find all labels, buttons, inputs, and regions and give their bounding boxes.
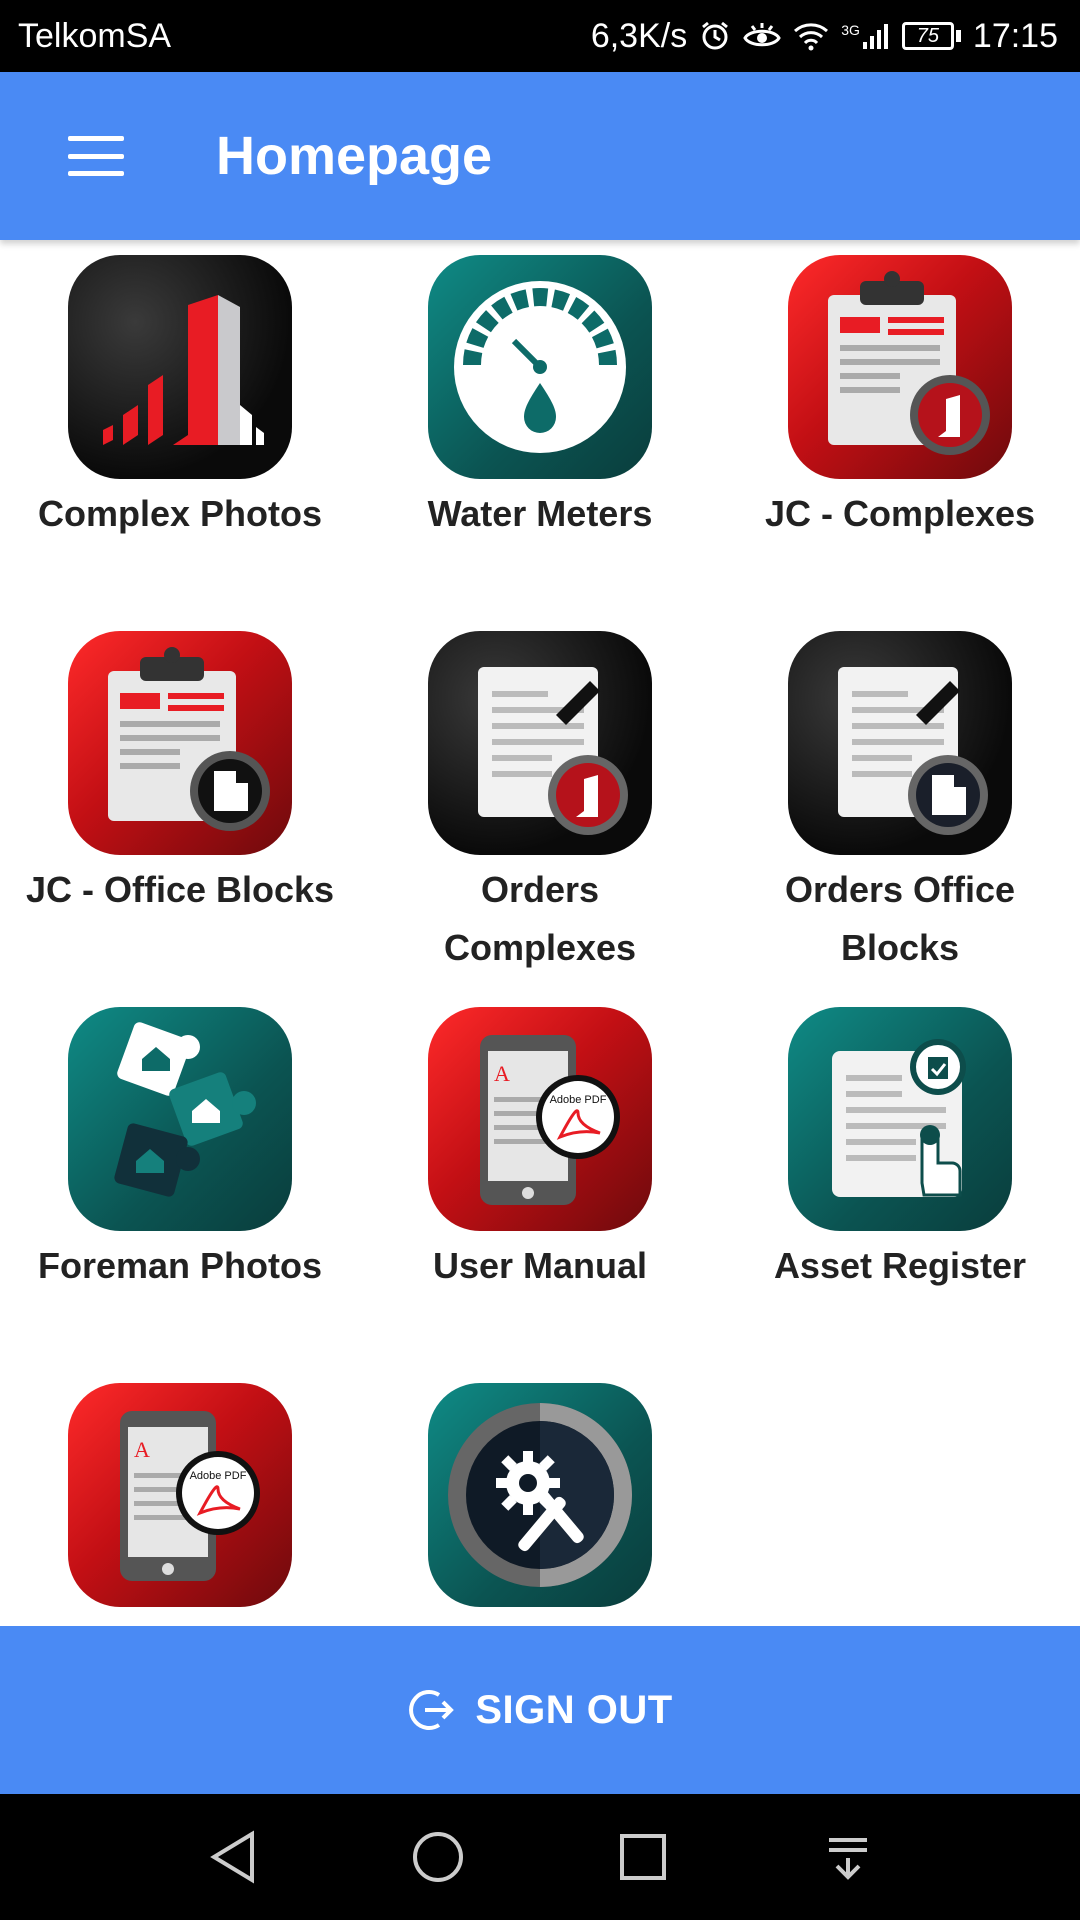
cell-signal-icon: 3G	[841, 22, 890, 50]
tile-grid: Complex Photos Water Meters JC - Complex…	[0, 240, 1080, 1626]
svg-text:A: A	[494, 1061, 510, 1086]
battery-level: 75	[901, 22, 954, 50]
settings-tools-icon	[428, 1383, 652, 1607]
puzzle-houses-icon	[68, 1007, 292, 1231]
tile-label: JC - Office Blocks	[25, 869, 335, 910]
pdf-manual-icon: A Adobe PDF	[428, 1007, 652, 1231]
tile-label: Asset Register	[773, 1245, 1027, 1286]
tile-label: Reports	[25, 1613, 335, 1626]
sign-out-label: SIGN OUT	[475, 1687, 673, 1732]
svg-text:A: A	[134, 1437, 150, 1462]
back-icon[interactable]	[193, 1817, 273, 1897]
tile-complex-photos[interactable]: Complex Photos	[0, 240, 360, 616]
tile-asset-register[interactable]: Asset Register	[720, 992, 1080, 1368]
network-type: 3G	[841, 22, 860, 38]
tile-label: User Manual	[432, 1245, 648, 1286]
water-meter-gauge-icon	[428, 255, 652, 479]
clipboard-complex-icon	[788, 255, 1012, 479]
tile-app-settings[interactable]: App Settings	[360, 1368, 720, 1626]
pdf-report-icon: A Adobe PDF	[68, 1383, 292, 1607]
tile-label: Water Meters	[427, 493, 653, 534]
clock: 17:15	[972, 16, 1058, 55]
system-nav-bar	[0, 1794, 1080, 1920]
order-document-complex-icon	[428, 631, 652, 855]
tile-orders-complexes[interactable]: Orders Complexes	[360, 616, 720, 992]
page-title: Homepage	[216, 126, 493, 186]
alarm-icon	[702, 21, 729, 50]
hamburger-menu-icon[interactable]	[68, 136, 124, 176]
status-bar: TelkomSA 6,3K/s 3G 75 17:15	[0, 0, 1080, 72]
tile-label: Orders Complexes	[443, 869, 637, 968]
app-bar: Homepage	[0, 72, 1080, 240]
network-speed: 6,3K/s	[590, 16, 688, 55]
buildings-icon	[68, 255, 292, 479]
tile-label: Orders Office Blocks	[784, 869, 1016, 968]
tile-label: Complex Photos	[37, 493, 323, 534]
tile-reports[interactable]: A Adobe PDF Reports	[0, 1368, 360, 1626]
order-document-office-icon	[788, 631, 1012, 855]
svg-text:Adobe PDF: Adobe PDF	[550, 1094, 607, 1106]
tile-grid-scroll[interactable]: Complex Photos Water Meters JC - Complex…	[0, 240, 1080, 1626]
tile-label: Foreman Photos	[37, 1245, 323, 1286]
tile-label: App Settings	[385, 1613, 695, 1626]
status-icons: 6,3K/s 3G 75 17:15	[591, 17, 1058, 56]
eye-comfort-icon	[743, 23, 781, 47]
notification-pull-down-icon[interactable]	[808, 1817, 888, 1897]
tile-user-manual[interactable]: A Adobe PDF User Manual	[360, 992, 720, 1368]
sign-out-button[interactable]: SIGN OUT	[0, 1626, 1080, 1794]
tile-jc-office-blocks[interactable]: JC - Office Blocks	[0, 616, 360, 992]
tile-water-meters[interactable]: Water Meters	[360, 240, 720, 616]
tile-orders-office-blocks[interactable]: Orders Office Blocks	[720, 616, 1080, 992]
recents-icon[interactable]	[603, 1817, 683, 1897]
home-icon[interactable]	[398, 1817, 478, 1897]
battery-icon: 75	[901, 22, 961, 50]
tile-jc-complexes[interactable]: JC - Complexes	[720, 240, 1080, 616]
tile-foreman-photos[interactable]: Foreman Photos	[0, 992, 360, 1368]
tile-label: JC - Complexes	[764, 493, 1036, 534]
clipboard-office-icon	[68, 631, 292, 855]
carrier-name: TelkomSA	[18, 16, 172, 55]
sign-out-icon	[409, 1690, 455, 1730]
wifi-icon	[794, 23, 829, 51]
svg-text:Adobe PDF: Adobe PDF	[190, 1470, 247, 1482]
asset-register-icon	[788, 1007, 1012, 1231]
